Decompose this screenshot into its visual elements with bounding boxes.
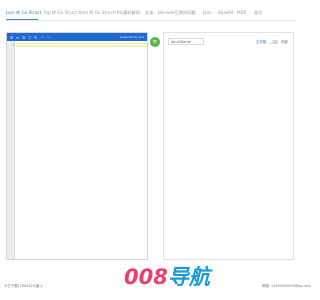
- tab-url-encode-decode[interactable]: URL编码解码: [115, 10, 140, 15]
- repair-icon[interactable]: ✎: [33, 35, 38, 40]
- tab-json-to-go-struct[interactable]: Json 转 Go Struct: [6, 10, 41, 15]
- compact-icon[interactable]: ≡: [15, 35, 20, 40]
- tab-timestamp[interactable]: 时间戳: [183, 10, 196, 15]
- redo-icon[interactable]: ↷: [46, 35, 51, 40]
- editor-toolbar: ☰ ≡ ⇅ ▽ ✎ ↶ ↷ powered by ace: [7, 33, 147, 41]
- tab-message[interactable]: 留言: [254, 10, 262, 15]
- footer-stats: ©已下载17000123,使-2: [4, 284, 43, 288]
- json-input-area[interactable]: [16, 41, 147, 259]
- tab-divider: [6, 20, 296, 21]
- inline-label[interactable]: 内嵌: [281, 40, 288, 44]
- toggle-knob: [269, 39, 273, 44]
- tab-bar: Json 转 Go Struct Sql 转 Go Struct Yaml 转 …: [0, 0, 300, 22]
- json-editor: ☰ ≡ ⇅ ▽ ✎ ↶ ↷ powered by ace 1: [6, 32, 148, 260]
- tab-md5[interactable]: MD5: [237, 10, 247, 15]
- tab-text-unicode[interactable]: 文本、Unicode互换: [145, 10, 183, 15]
- watermark-logo: 008导航: [124, 265, 213, 289]
- sort-icon[interactable]: ⇅: [21, 35, 26, 40]
- inline-toggle[interactable]: [269, 39, 278, 44]
- omitempty-label[interactable]: 空忽略: [256, 40, 266, 44]
- tab-sql-to-go-struct[interactable]: Sql 转 Go Struct: [44, 10, 77, 15]
- filter-icon[interactable]: ▽: [27, 35, 32, 40]
- watermark-text: 008导航: [124, 265, 213, 289]
- powered-by-label: powered by ace: [120, 35, 144, 39]
- line-number: 1: [11, 43, 14, 47]
- output-panel: structName 空忽略 内嵌: [163, 32, 294, 260]
- undo-icon[interactable]: ↶: [40, 35, 45, 40]
- tab-yaml-to-go-struct[interactable]: Yaml 转 Go Struct: [78, 10, 114, 15]
- struct-name-input[interactable]: structName: [168, 38, 204, 45]
- line-gutter: 1: [7, 41, 15, 259]
- convert-button[interactable]: 转: [150, 37, 160, 47]
- tab-json[interactable]: Json: [203, 10, 212, 15]
- format-icon[interactable]: ☰: [9, 35, 14, 40]
- footer-contact: 邮箱: 14390000000@qq.com: [262, 284, 311, 288]
- tab-base64[interactable]: Base64: [218, 10, 234, 15]
